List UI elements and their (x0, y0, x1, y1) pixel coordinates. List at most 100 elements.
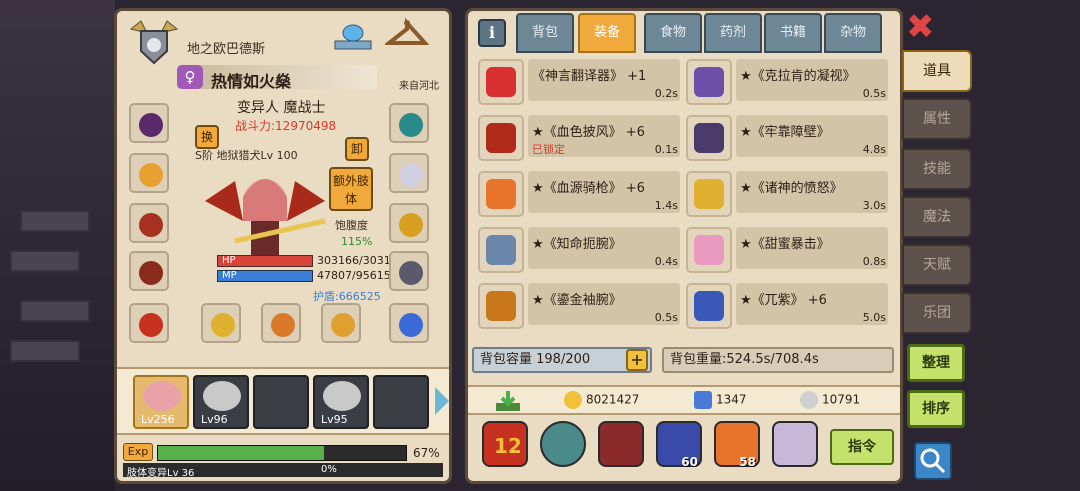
info-button[interactable]: i (478, 19, 506, 47)
item-icon (686, 283, 732, 329)
equip-slot-weapon-1[interactable] (201, 303, 241, 343)
equip-slot-cloak[interactable] (129, 251, 169, 291)
computer-button[interactable] (772, 421, 818, 467)
character-portrait[interactable] (195, 161, 335, 261)
search-button[interactable] (914, 442, 952, 480)
item-icon (686, 59, 732, 105)
item-weight: 0.5s (862, 87, 886, 100)
party-slot-4[interactable]: Lv95 (313, 375, 369, 429)
exp-bar (157, 445, 407, 461)
item-weight: 4.8s (862, 143, 886, 156)
item-name: 《神言翻译器》 +1 (532, 69, 647, 84)
item-name: ★《克拉肯的凝视》 (740, 69, 856, 84)
item-icon (686, 115, 732, 161)
party-avatar (323, 381, 361, 411)
item-image (486, 235, 516, 265)
party-avatar (143, 381, 181, 411)
inventory-item[interactable]: ★《兀紫》 +6 5.0s (686, 283, 888, 329)
inventory-item[interactable]: ★《知命扼腕》 0.4s (478, 227, 680, 273)
character-title: 热情如火燊 (211, 72, 292, 91)
equip-slot-boots[interactable] (389, 251, 429, 291)
inventory-item[interactable]: ★《鎏金袖腕》 0.5s (478, 283, 680, 329)
tab-potion[interactable]: 药剂 (704, 13, 762, 53)
equip-slot-belt[interactable] (129, 303, 169, 343)
equip-slot-helmet[interactable] (129, 103, 169, 143)
sort-button[interactable]: 排序 (907, 390, 965, 428)
side-tab-band[interactable]: 乐团 (902, 292, 972, 334)
party-slot-5[interactable] (373, 375, 429, 429)
mutation-label: 肢体变异Lv 36 (127, 468, 195, 479)
organize-button[interactable]: 整理 (907, 344, 965, 382)
inventory-item[interactable]: 《神言翻译器》 +1 0.2s (478, 59, 680, 105)
side-tab-magic[interactable]: 魔法 (902, 196, 972, 238)
equip-slot-gloves[interactable] (389, 153, 429, 193)
unequip-button[interactable]: 卸 (345, 137, 369, 161)
hexagram-button[interactable] (540, 421, 586, 467)
potion-button[interactable]: 60 (656, 421, 702, 469)
cube-button[interactable] (598, 421, 644, 467)
silver-amount: 10791 (822, 392, 861, 407)
item-weight: 0.5s (654, 311, 678, 324)
mp-value: 47807/95615 (317, 269, 391, 282)
inventory-item[interactable]: ★《血源骑枪》 +6 1.4s (478, 171, 680, 217)
hp-label: HP (222, 255, 236, 266)
ranking-icon: 123 (494, 434, 520, 458)
side-tab-skills[interactable]: 技能 (902, 148, 972, 190)
guitar-button[interactable]: 58 (714, 421, 760, 469)
tab-books[interactable]: 书籍 (764, 13, 822, 53)
tab-backpack[interactable]: 背包 (516, 13, 574, 53)
download-icon[interactable] (494, 389, 522, 413)
inventory-item[interactable]: ★《血色披风》 +6 0.1s 已锁定 (478, 115, 680, 161)
character-panel: 地之欧巴德斯 ♀ 热情如火燊 来自河北 变异人 魔战士 战斗力:12970498… (114, 8, 452, 484)
inventory-item[interactable]: ★《克拉肯的凝视》 0.5s (686, 59, 888, 105)
extra-limb-button[interactable]: 额外肢体 (329, 167, 373, 211)
rank-emblem-icon (129, 20, 179, 65)
item-weight: 1.4s (654, 199, 678, 212)
inventory-item[interactable]: ★《诸神的愤怒》 3.0s (686, 171, 888, 217)
item-name: ★《鎏金袖腕》 (532, 293, 622, 308)
side-tab-items[interactable]: 道具 (902, 50, 972, 92)
hanger-icon[interactable] (385, 17, 429, 53)
ranking-button[interactable]: 123 (482, 421, 528, 467)
command-button[interactable]: 指令 (830, 429, 894, 465)
party-slot-1[interactable]: Lv256 (133, 375, 189, 429)
close-icon[interactable]: ✖ (906, 10, 935, 44)
diamond-icon (694, 391, 712, 409)
party-next-arrow-icon[interactable] (435, 387, 449, 415)
potion-count: 60 (681, 455, 698, 469)
mp-bar: MP (217, 270, 313, 282)
equip-slot-necklace[interactable] (129, 153, 169, 193)
mp-label: MP (222, 270, 237, 281)
item-image (486, 179, 516, 209)
mutation-bar: 肢体变异Lv 36 0% (123, 463, 443, 479)
item-name: ★《兀紫》 +6 (740, 293, 827, 308)
party-level: Lv256 (141, 413, 175, 426)
tab-equipment[interactable]: 装备 (578, 13, 636, 53)
character-origin: 来自河北 (399, 81, 439, 92)
mutation-percent: 0% (321, 464, 337, 475)
swap-button[interactable]: 换 (195, 125, 219, 149)
inventory-item[interactable]: ★《牢靠障壁》 4.8s (686, 115, 888, 161)
tab-misc[interactable]: 杂物 (824, 13, 882, 53)
equip-slot-bracer[interactable] (389, 203, 429, 243)
equip-slot-book[interactable] (129, 203, 169, 243)
side-tab-talents[interactable]: 天赋 (902, 244, 972, 286)
party-slot-2[interactable]: Lv96 (193, 375, 249, 429)
equip-slot-shield[interactable] (389, 103, 429, 143)
item-name: ★《血源骑枪》 +6 (532, 181, 645, 196)
tab-food[interactable]: 食物 (644, 13, 702, 53)
equip-slot-ring[interactable] (389, 303, 429, 343)
side-tab-attributes[interactable]: 属性 (902, 98, 972, 140)
party-slot-3[interactable] (253, 375, 309, 429)
gold-coin-icon (564, 391, 582, 409)
equip-slot-weapon-3[interactable] (321, 303, 361, 343)
search-icon (920, 448, 946, 474)
inventory-item[interactable]: ★《甜蜜暴击》 0.8s (686, 227, 888, 273)
backpack-weight: 背包重量:524.5s/708.4s (662, 347, 894, 373)
item-weight: 0.2s (654, 87, 678, 100)
expand-capacity-button[interactable]: + (626, 349, 648, 371)
equip-slot-weapon-2[interactable] (261, 303, 301, 343)
item-icon (478, 227, 524, 273)
item-weight: 0.4s (654, 255, 678, 268)
crystal-altar-icon[interactable] (331, 17, 375, 53)
